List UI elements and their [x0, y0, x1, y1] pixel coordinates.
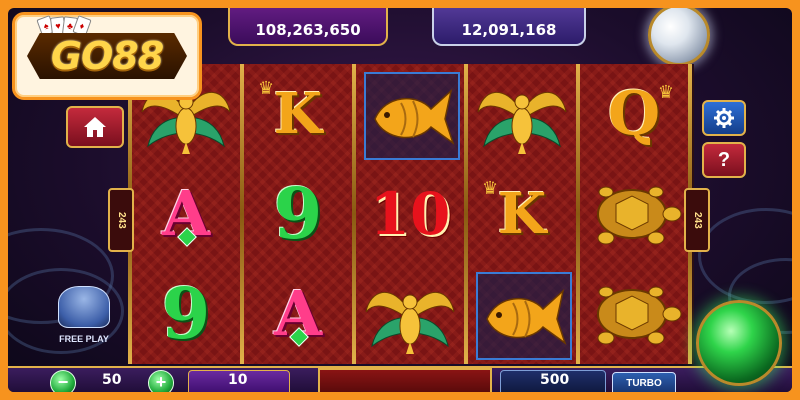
reel-symbol: A: [244, 264, 352, 364]
grand-jackpot-plaque: 108,263,650: [228, 8, 388, 46]
symbol-q: Q: [607, 79, 661, 149]
peacock-icon: [477, 91, 567, 154]
pearl-icon: [648, 8, 710, 66]
reel-area: A 9 K ♛ 9 A 10 K ♛ Q ♛: [128, 64, 694, 364]
turtle-icon: [597, 286, 682, 345]
reel-symbol: [468, 264, 576, 364]
crown-icon: ♛: [258, 78, 275, 98]
game-screen: 108,263,650 12,091,168 A 9 K ♛ 9 A 10 K ♛ Q ♛ 243 …: [8, 8, 792, 392]
home-icon: [84, 117, 106, 137]
spin-orb-icon[interactable]: [696, 300, 782, 386]
major-jackpot-label: [434, 8, 584, 14]
reel-symbol: Q ♛: [580, 64, 688, 164]
golden-fish-icon: [486, 288, 567, 345]
symbol-k: K: [273, 81, 323, 147]
crown-icon: ♛: [482, 178, 499, 198]
symbol-k: K: [497, 181, 547, 247]
outer-frame: 108,263,650 12,091,168 A 9 K ♛ 9 A 10 K ♛ Q ♛ 243 …: [0, 0, 800, 400]
reel-symbol: A: [132, 164, 240, 264]
win-display: [318, 368, 492, 392]
reel-symbol: [580, 164, 688, 264]
peacock-icon: [365, 291, 455, 354]
symbol-10: 10: [369, 180, 451, 248]
bet-value: 10: [228, 372, 248, 388]
gear-icon: [714, 108, 734, 128]
question-icon: ?: [717, 148, 731, 171]
reel-symbol: [356, 64, 464, 164]
major-jackpot-plaque: 12,091,168: [432, 8, 586, 46]
turtle-icon: [597, 186, 682, 245]
ways-counter-left: 243: [108, 188, 134, 252]
decrease-lines-button[interactable]: −: [50, 370, 76, 392]
reel-symbol: 10: [356, 164, 464, 264]
help-button[interactable]: ?: [702, 142, 746, 178]
crown-icon: ♛: [657, 82, 674, 102]
increase-lines-button[interactable]: +: [148, 370, 174, 392]
free-play-label: FREE PLAY: [59, 334, 109, 344]
golden-fish-icon: [374, 88, 455, 145]
reel-symbol: 9: [132, 264, 240, 364]
ways-counter-right: 243: [684, 188, 710, 252]
reel-symbol: K ♛: [468, 164, 576, 264]
brand-logo: ♠ ♥ ♣ ♦ GO88: [12, 12, 202, 100]
reel-symbol: 9: [244, 164, 352, 264]
grand-jackpot-value: 108,263,650: [255, 21, 361, 39]
symbol-9: 9: [273, 172, 323, 255]
reel-symbol: [580, 264, 688, 364]
grand-jackpot-label: [230, 8, 386, 14]
free-play-icon: [58, 286, 110, 328]
reel-symbol: [468, 64, 576, 164]
total-bet-value: 500: [540, 372, 570, 388]
home-button[interactable]: [66, 106, 124, 148]
reel-symbol: [356, 264, 464, 364]
free-play-button[interactable]: FREE PLAY: [50, 286, 118, 352]
settings-button[interactable]: [702, 100, 746, 136]
logo-text: GO88: [50, 34, 164, 78]
major-jackpot-value: 12,091,168: [461, 21, 557, 39]
symbol-9: 9: [161, 272, 211, 355]
turbo-button[interactable]: TURBO: [612, 372, 676, 392]
lines-value: 50: [102, 372, 122, 388]
reel-symbol: K ♛: [244, 64, 352, 164]
